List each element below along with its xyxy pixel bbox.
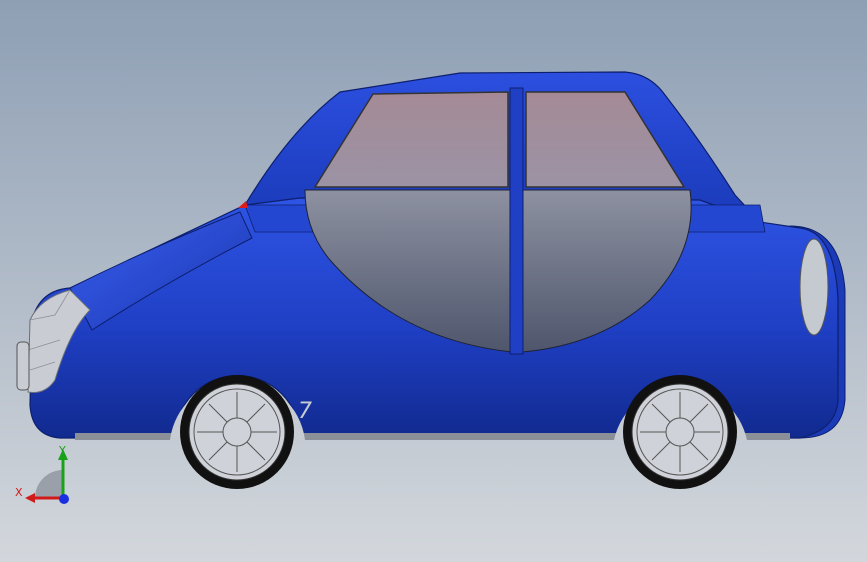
z-axis-dot-icon: [59, 494, 69, 504]
front-wheel: [180, 375, 294, 489]
b-pillar: [509, 87, 524, 355]
floor-mark-label: 7: [298, 399, 312, 424]
model-view[interactable]: 7 Y X: [0, 0, 867, 562]
graphics-viewport[interactable]: 7 Y X: [0, 0, 867, 562]
x-axis-label: X: [15, 486, 23, 499]
y-axis-label: Y: [58, 444, 66, 457]
front-grille: [16, 341, 30, 391]
rear-wheel: [623, 375, 737, 489]
tail-light: [799, 238, 829, 336]
